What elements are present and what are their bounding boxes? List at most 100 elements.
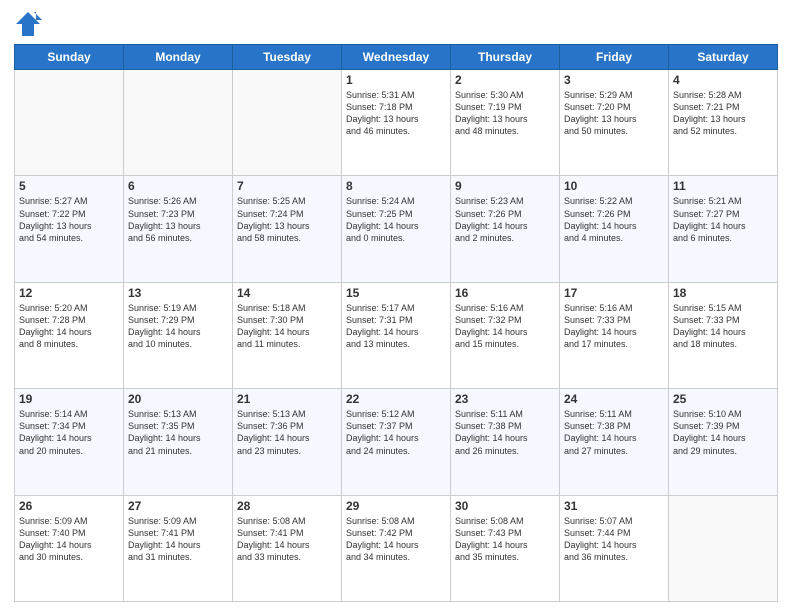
calendar-cell: 24 Sunrise: 5:11 AMSunset: 7:38 PMDayligh… [560,389,669,495]
calendar-cell: 11 Sunrise: 5:21 AMSunset: 7:27 PMDayligh… [669,176,778,282]
day-number: 10 [564,179,664,193]
cell-info: Sunrise: 5:26 AMSunset: 7:23 PMDaylight:… [128,195,228,244]
cell-info: Sunrise: 5:24 AMSunset: 7:25 PMDaylight:… [346,195,446,244]
cell-info: Sunrise: 5:17 AMSunset: 7:31 PMDaylight:… [346,302,446,351]
cell-info: Sunrise: 5:09 AMSunset: 7:41 PMDaylight:… [128,515,228,564]
calendar-table: SundayMondayTuesdayWednesdayThursdayFrid… [14,44,778,602]
calendar-cell: 30 Sunrise: 5:08 AMSunset: 7:43 PMDayligh… [451,495,560,601]
day-number: 22 [346,392,446,406]
weekday-header-row: SundayMondayTuesdayWednesdayThursdayFrid… [15,45,778,70]
calendar-cell: 4 Sunrise: 5:28 AMSunset: 7:21 PMDaylight… [669,70,778,176]
calendar-cell: 7 Sunrise: 5:25 AMSunset: 7:24 PMDaylight… [233,176,342,282]
day-number: 28 [237,499,337,513]
calendar-cell: 23Sunrise: 5:11 AMSunset: 7:38 PMDayligh… [451,389,560,495]
day-number: 3 [564,73,664,87]
day-number: 31 [564,499,664,513]
day-number: 17 [564,286,664,300]
cell-info: Sunrise: 5:13 AMSunset: 7:35 PMDaylight:… [128,408,228,457]
calendar-cell: 29 Sunrise: 5:08 AMSunset: 7:42 PMDayligh… [342,495,451,601]
week-row-3: 12 Sunrise: 5:20 AMSunset: 7:28 PMDayligh… [15,282,778,388]
day-number: 14 [237,286,337,300]
day-number: 11 [673,179,773,193]
calendar-cell: 13 Sunrise: 5:19 AMSunset: 7:29 PMDayligh… [124,282,233,388]
cell-info: Sunrise: 5:12 AMSunset: 7:37 PMDaylight:… [346,408,446,457]
cell-info: Sunrise: 5:10 AMSunset: 7:39 PMDaylight:… [673,408,773,457]
calendar-cell: 12 Sunrise: 5:20 AMSunset: 7:28 PMDayligh… [15,282,124,388]
day-number: 13 [128,286,228,300]
calendar-cell: 14 Sunrise: 5:18 AMSunset: 7:30 PMDayligh… [233,282,342,388]
calendar-cell: 26 Sunrise: 5:09 AMSunset: 7:40 PMDayligh… [15,495,124,601]
week-row-2: 5 Sunrise: 5:27 AMSunset: 7:22 PMDaylight… [15,176,778,282]
cell-info: Sunrise: 5:28 AMSunset: 7:21 PMDaylight:… [673,89,773,138]
cell-info: Sunrise: 5:08 AMSunset: 7:42 PMDaylight:… [346,515,446,564]
cell-info: Sunrise: 5:25 AMSunset: 7:24 PMDaylight:… [237,195,337,244]
day-number: 25 [673,392,773,406]
day-number: 26 [19,499,119,513]
header [14,10,778,38]
cell-info: Sunrise: 5:21 AMSunset: 7:27 PMDaylight:… [673,195,773,244]
cell-info: Sunrise: 5:13 AMSunset: 7:36 PMDaylight:… [237,408,337,457]
weekday-header-monday: Monday [124,45,233,70]
day-number: 24 [564,392,664,406]
day-number: 2 [455,73,555,87]
cell-info: Sunrise: 5:31 AMSunset: 7:18 PMDaylight:… [346,89,446,138]
cell-info: Sunrise: 5:20 AMSunset: 7:28 PMDaylight:… [19,302,119,351]
day-number: 29 [346,499,446,513]
calendar-cell: 5 Sunrise: 5:27 AMSunset: 7:22 PMDaylight… [15,176,124,282]
cell-info: Sunrise: 5:18 AMSunset: 7:30 PMDaylight:… [237,302,337,351]
cell-info: Sunrise: 5:08 AMSunset: 7:41 PMDaylight:… [237,515,337,564]
week-row-5: 26 Sunrise: 5:09 AMSunset: 7:40 PMDayligh… [15,495,778,601]
day-number: 21 [237,392,337,406]
calendar-cell: 27Sunrise: 5:09 AMSunset: 7:41 PMDayligh… [124,495,233,601]
day-number: 6 [128,179,228,193]
logo [14,10,46,38]
cell-info: Sunrise: 5:15 AMSunset: 7:33 PMDaylight:… [673,302,773,351]
calendar-cell: 20 Sunrise: 5:13 AMSunset: 7:35 PMDayligh… [124,389,233,495]
day-number: 12 [19,286,119,300]
calendar-cell: 2 Sunrise: 5:30 AMSunset: 7:19 PMDaylight… [451,70,560,176]
weekday-header-thursday: Thursday [451,45,560,70]
day-number: 18 [673,286,773,300]
day-number: 4 [673,73,773,87]
logo-icon [14,10,42,38]
weekday-header-tuesday: Tuesday [233,45,342,70]
calendar-cell [233,70,342,176]
calendar-cell: 6 Sunrise: 5:26 AMSunset: 7:23 PMDaylight… [124,176,233,282]
day-number: 16 [455,286,555,300]
calendar-cell: 21 Sunrise: 5:13 AMSunset: 7:36 PMDayligh… [233,389,342,495]
day-number: 23 [455,392,555,406]
calendar-cell: 28 Sunrise: 5:08 AMSunset: 7:41 PMDayligh… [233,495,342,601]
calendar-cell: 22 Sunrise: 5:12 AMSunset: 7:37 PMDayligh… [342,389,451,495]
calendar-cell [15,70,124,176]
calendar-cell: 1 Sunrise: 5:31 AMSunset: 7:18 PMDaylight… [342,70,451,176]
calendar-cell: 9 Sunrise: 5:23 AMSunset: 7:26 PMDaylight… [451,176,560,282]
day-number: 1 [346,73,446,87]
weekday-header-saturday: Saturday [669,45,778,70]
cell-info: Sunrise: 5:11 AMSunset: 7:38 PMDaylight:… [564,408,664,457]
cell-info: Sunrise: 5:30 AMSunset: 7:19 PMDaylight:… [455,89,555,138]
calendar-cell: 18 Sunrise: 5:15 AMSunset: 7:33 PMDayligh… [669,282,778,388]
cell-info: Sunrise: 5:22 AMSunset: 7:26 PMDaylight:… [564,195,664,244]
cell-info: Sunrise: 5:27 AMSunset: 7:22 PMDaylight:… [19,195,119,244]
calendar-cell: 15Sunrise: 5:17 AMSunset: 7:31 PMDayligh… [342,282,451,388]
calendar-cell [669,495,778,601]
calendar-cell: 25 Sunrise: 5:10 AMSunset: 7:39 PMDayligh… [669,389,778,495]
calendar-cell: 8 Sunrise: 5:24 AMSunset: 7:25 PMDaylight… [342,176,451,282]
day-number: 20 [128,392,228,406]
calendar-cell: 10 Sunrise: 5:22 AMSunset: 7:26 PMDayligh… [560,176,669,282]
cell-info: Sunrise: 5:09 AMSunset: 7:40 PMDaylight:… [19,515,119,564]
cell-info: Sunrise: 5:14 AMSunset: 7:34 PMDaylight:… [19,408,119,457]
day-number: 5 [19,179,119,193]
page: SundayMondayTuesdayWednesdayThursdayFrid… [0,0,792,612]
cell-info: Sunrise: 5:19 AMSunset: 7:29 PMDaylight:… [128,302,228,351]
day-number: 30 [455,499,555,513]
cell-info: Sunrise: 5:23 AMSunset: 7:26 PMDaylight:… [455,195,555,244]
weekday-header-sunday: Sunday [15,45,124,70]
day-number: 19 [19,392,119,406]
cell-info: Sunrise: 5:08 AMSunset: 7:43 PMDaylight:… [455,515,555,564]
day-number: 8 [346,179,446,193]
weekday-header-friday: Friday [560,45,669,70]
cell-info: Sunrise: 5:07 AMSunset: 7:44 PMDaylight:… [564,515,664,564]
day-number: 9 [455,179,555,193]
day-number: 7 [237,179,337,193]
